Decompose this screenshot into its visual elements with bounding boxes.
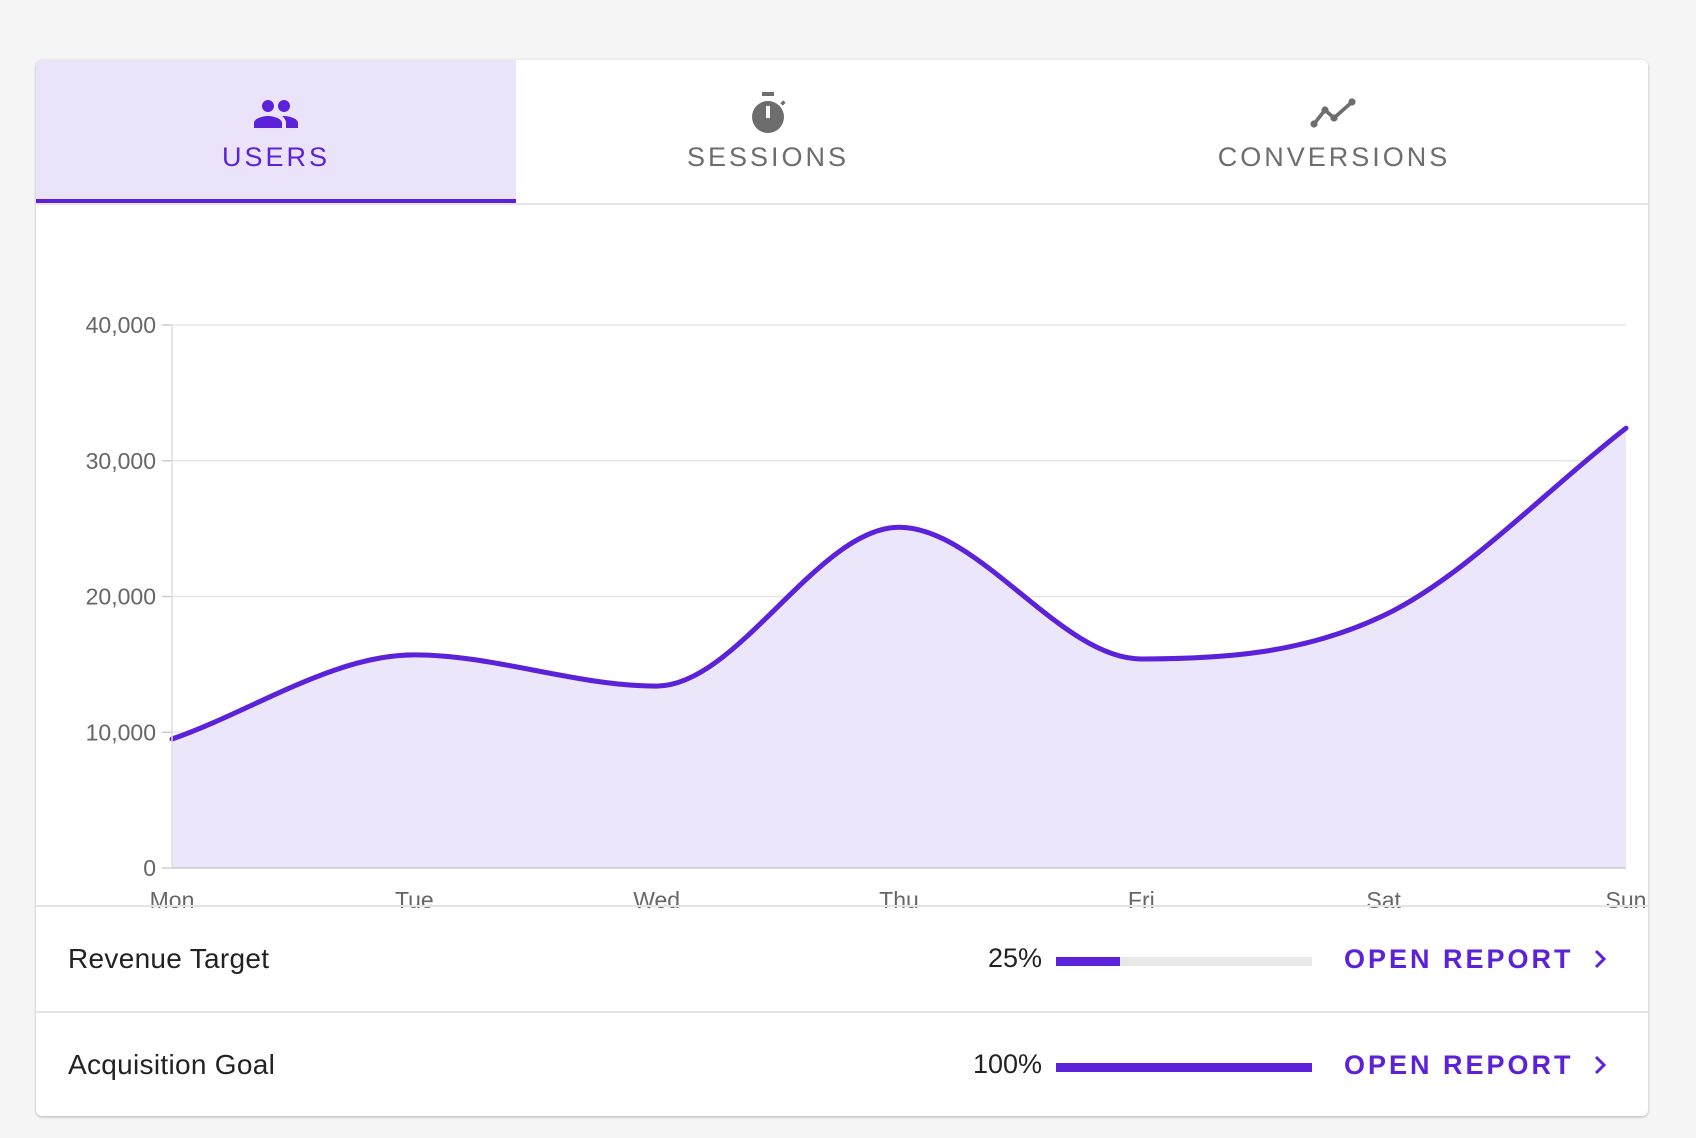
acquisition-goal-row: Acquisition Goal 100% OPEN REPORT [36,1011,1648,1116]
tab-sessions-label: SESSIONS [686,142,850,172]
y-tick-label: 40,000 [86,312,156,338]
tab-bar: USERS SESSIONS CONVERSIONS [36,60,1648,205]
trend-line-icon [1310,98,1356,128]
tab-users-label: USERS [221,142,331,172]
tab-conversions-label: CONVERSIONS [1217,142,1451,172]
active-tab-indicator [36,199,516,203]
open-report-label: OPEN REPORT [1344,1049,1574,1080]
y-tick-label: 0 [143,855,156,881]
progress-fill [1056,1063,1312,1072]
chevron-right-icon [1594,1055,1606,1075]
group-icon [254,100,298,128]
timer-icon [752,92,786,133]
series-area [172,428,1626,868]
analytics-card: USERS SESSIONS CONVERSIONS 0 10,000 20,0… [36,60,1648,1116]
progress-track [1056,957,1312,966]
chart-canvas: 010,00020,00030,00040,000Mon Tue Wed Thu Fri… [86,312,1647,913]
tab-sessions[interactable]: SESSIONS [516,60,1020,205]
y-tick-label: 20,000 [86,584,156,610]
row-percent: 25% [987,943,1042,973]
row-title: Revenue Target [68,943,270,974]
progress-fill [1056,957,1120,966]
open-report-button[interactable]: OPEN REPORT [1344,1037,1610,1093]
row-percent: 100% [972,1049,1042,1079]
open-report-label: OPEN REPORT [1344,943,1574,974]
chevron-right-icon [1594,949,1606,969]
tab-users[interactable]: USERS [36,60,516,205]
y-tick-label: 30,000 [86,448,156,474]
open-report-button[interactable]: OPEN REPORT [1344,931,1610,987]
revenue-target-row: Revenue Target 25% OPEN REPORT [36,905,1648,1011]
tab-conversions[interactable]: CONVERSIONS [1020,60,1648,205]
row-title: Acquisition Goal [68,1049,276,1080]
users-area-chart: 0 10,000 20,000 30,000 40,000 Mon Tue Wed Thu Fri… [36,205,1648,965]
progress-track [1056,1063,1312,1072]
y-tick-label: 10,000 [86,719,156,745]
